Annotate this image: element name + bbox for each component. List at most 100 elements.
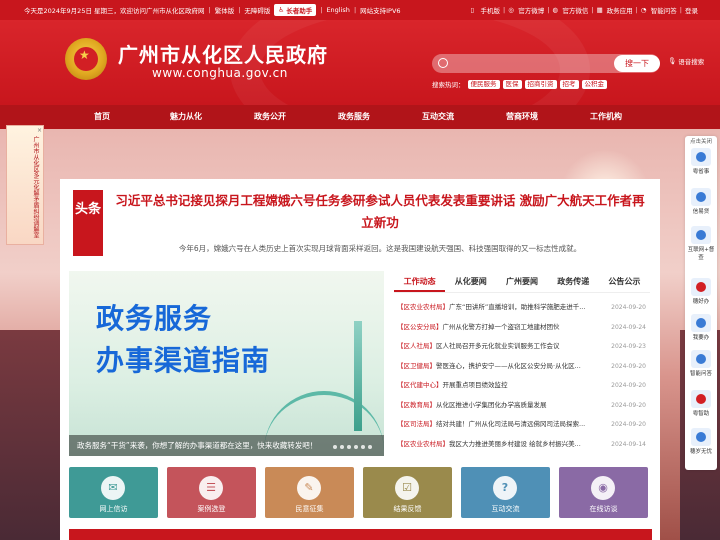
- float-close[interactable]: 点击关闭: [685, 136, 717, 145]
- voice-search-button[interactable]: 🎙 语音搜索: [668, 56, 704, 66]
- login-link[interactable]: 登录: [685, 5, 698, 15]
- list-item[interactable]: 【区公安分局】广州从化警方打掉一个盗窃工地建材团伙 2024-09-24: [397, 320, 650, 340]
- hot-tag[interactable]: 便民服务: [467, 79, 500, 89]
- nav-gov-service[interactable]: 政务服务: [312, 105, 396, 129]
- slide-dot[interactable]: [340, 445, 344, 449]
- wechat-link[interactable]: ◍ 官方微信: [552, 5, 588, 15]
- list-item[interactable]: 【区司法局】结对共建！广州从化司法局与清远佛冈司法局探索... 2024-09-2…: [397, 417, 650, 437]
- tile-case-selection[interactable]: ☰ 案例选登: [167, 467, 256, 518]
- tile-interaction[interactable]: ? 互动交流: [461, 467, 550, 518]
- hot-tag[interactable]: 招商引资: [524, 79, 557, 89]
- hot-search: 搜索热词： 便民服务 医保 招商引资 招考 公积金: [432, 79, 607, 89]
- list-item[interactable]: 【区代建中心】开展重点项目绩效监控 2024-09-20: [397, 378, 650, 398]
- camera-icon: ◉: [598, 481, 608, 494]
- yueshengshi-icon: [691, 148, 711, 166]
- news-tabs: 工作动态 从化要闻 广州要闻 政务传递 公告公示: [394, 275, 650, 293]
- slide-pagination: [333, 445, 372, 449]
- robot-icon: ◔: [640, 6, 647, 14]
- woyaoban-icon: [691, 314, 711, 332]
- list-item[interactable]: 【区农业农村局】广东“田讲所”直播培训，助推科学施肥走进千... 2024-09-…: [397, 300, 650, 320]
- wechat-icon: ◍: [552, 6, 559, 14]
- slide-dot[interactable]: [354, 445, 358, 449]
- news-date: 2024-09-14: [611, 440, 646, 448]
- float-item-suihaoban[interactable]: 穗好办: [687, 278, 715, 305]
- nav-interaction[interactable]: 互动交流: [396, 105, 480, 129]
- float-item-yuezhizhu[interactable]: 粤智助: [687, 390, 715, 417]
- nav-business[interactable]: 营商环境: [480, 105, 564, 129]
- nav-home[interactable]: 首页: [60, 105, 144, 129]
- float-item-elder-care[interactable]: 穗岁无忧: [687, 428, 715, 455]
- top-right-links: ▯ 手机版 | ◎ 官方微博 | ◍ 官方微信 | ▦ 政务应用 | ◔ 智能问答 | 登…: [470, 5, 698, 15]
- search-input[interactable]: [452, 54, 602, 73]
- site-url: www.conghua.gov.cn: [152, 66, 288, 80]
- close-icon[interactable]: ×: [37, 127, 42, 134]
- site-title[interactable]: 广州市从化区人民政府: [118, 39, 328, 68]
- edit-icon: ✎: [304, 481, 314, 494]
- tile-opinion-collection[interactable]: ✎ 民意征集: [265, 467, 354, 518]
- slide-line-2: 办事渠道指南: [96, 344, 271, 377]
- tab-work-news[interactable]: 工作动态: [394, 275, 446, 292]
- hot-tag[interactable]: 公积金: [581, 79, 607, 89]
- elder-assistant-button[interactable]: ♿ 长者助手: [274, 4, 317, 16]
- yuezhizhu-icon: [691, 390, 711, 408]
- news-date: 2024-09-20: [611, 304, 646, 311]
- news-date: 2024-09-20: [611, 362, 646, 370]
- tile-online-interview[interactable]: ◉ 在线访谈: [559, 467, 648, 518]
- news-date: 2024-09-23: [611, 343, 646, 350]
- tile-online-petition[interactable]: ✉ 网上信访: [69, 467, 158, 518]
- elder-icon: ♿: [278, 6, 285, 14]
- mail-icon: ✉: [108, 481, 118, 494]
- tab-gov-relay[interactable]: 政务传递: [548, 275, 599, 292]
- float-item-yueshengshi[interactable]: 粤省事: [687, 148, 715, 175]
- accessibility-link[interactable]: 无障碍版: [244, 5, 270, 15]
- top-left-links: 今天是2024年9月25日 星期三，欢迎访问广州市从化区政府网 | 繁体版 | …: [24, 4, 401, 16]
- microphone-icon: 🎙: [668, 57, 677, 65]
- side-banner[interactable]: × 广州市从化区多元化解矛盾纠纷调解室: [6, 125, 44, 245]
- news-date: 2024-09-20: [611, 401, 646, 409]
- slide-dot[interactable]: [347, 445, 351, 449]
- nav-agencies[interactable]: 工作机构: [564, 105, 648, 129]
- tower-illustration: [354, 321, 362, 431]
- english-link[interactable]: English: [326, 6, 349, 14]
- float-toolbar: 点击关闭 粤省事 信易贷 互联网+督查 穗好办 我要办 智能问答 粤智助 穗岁无…: [685, 136, 717, 470]
- search-button[interactable]: 搜一下: [614, 55, 660, 72]
- weibo-icon: ◎: [508, 6, 514, 14]
- ipv6-text: 网站支持IPV6: [360, 7, 401, 15]
- news-date: 2024-09-20: [611, 421, 646, 428]
- question-icon: ?: [501, 481, 509, 494]
- hot-tag[interactable]: 医保: [502, 79, 522, 89]
- headline-title[interactable]: 习近平总书记接见探月工程嫦娥六号任务参研参试人员代表发表重要讲话 激励广大航天工…: [110, 190, 650, 234]
- tile-result-feedback[interactable]: ☑ 结果反馈: [363, 467, 452, 518]
- list-item[interactable]: 【区教育局】从化区推进小学集团化办学高质量发展 2024-09-20: [397, 398, 650, 418]
- hot-search-label: 搜索热词：: [432, 81, 465, 89]
- suihaoban-icon: [691, 278, 711, 296]
- slide-dot[interactable]: [333, 445, 337, 449]
- nav-gov-open[interactable]: 政务公开: [228, 105, 312, 129]
- list-item[interactable]: 【区卫健局】警医连心，携护安宁——从化区公安分局·从化区... 2024-09-2…: [397, 359, 650, 379]
- slide-dot[interactable]: [368, 445, 372, 449]
- search-icon: [438, 58, 448, 68]
- service-tiles: ✉ 网上信访 ☰ 案例选登 ✎ 民意征集 ☑ 结果反馈 ? 互动交流 ◉ 在线访谈: [69, 467, 652, 518]
- tab-notices[interactable]: 公告公示: [599, 275, 650, 292]
- list-item[interactable]: 【区人社局】区人社局召开多元化就业实训服务工作会议 2024-09-23: [397, 339, 650, 359]
- float-item-xinyidai[interactable]: 信易贷: [687, 188, 715, 215]
- gov-app-link[interactable]: ▦ 政务应用: [597, 5, 633, 15]
- document-icon: ☰: [206, 481, 216, 494]
- banner-slide[interactable]: 政务服务 办事渠道指南 政务服务“干货”来袭，你想了解的办事渠道都在这里，快来收…: [69, 271, 384, 456]
- nav-charm[interactable]: 魅力从化: [144, 105, 228, 129]
- smart-qa-link[interactable]: ◔ 智能问答: [641, 5, 677, 15]
- float-item-woyaoban[interactable]: 我要办: [687, 314, 715, 341]
- weibo-link[interactable]: ◎ 官方微博: [508, 5, 544, 15]
- traditional-link[interactable]: 繁体版: [215, 5, 235, 15]
- tab-conghua-news[interactable]: 从化要闻: [445, 275, 496, 292]
- float-item-smart-qa[interactable]: 智能问答: [687, 350, 715, 377]
- hot-tag[interactable]: 招考: [559, 79, 579, 89]
- app-icon: ▦: [596, 6, 603, 14]
- tab-guangzhou-news[interactable]: 广州要闻: [496, 275, 547, 292]
- list-item[interactable]: 【区农业农村局】我区大力推进美丽乡村建设 绘就乡村振兴美... 2024-09-1…: [397, 437, 650, 457]
- mobile-icon: ▯: [470, 6, 475, 14]
- slide-dot[interactable]: [361, 445, 365, 449]
- float-item-inspection[interactable]: 互联网+督查: [687, 226, 715, 261]
- mobile-link[interactable]: ▯ 手机版: [470, 5, 500, 15]
- news-date: 2024-09-24: [611, 323, 646, 331]
